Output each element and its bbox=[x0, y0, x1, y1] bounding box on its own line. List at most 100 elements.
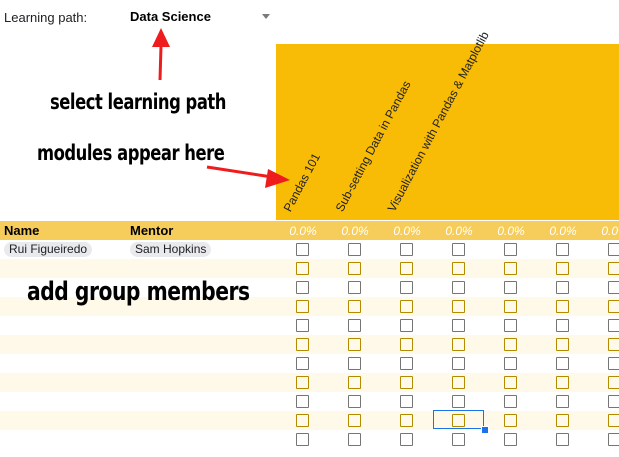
learning-path-label: Learning path: bbox=[4, 10, 88, 25]
selected-cell[interactable] bbox=[433, 410, 484, 429]
module-progress-percent: 0.0% bbox=[497, 224, 525, 238]
module-checkbox[interactable] bbox=[504, 395, 517, 408]
module-checkbox[interactable] bbox=[348, 281, 361, 294]
module-checkbox[interactable] bbox=[400, 376, 413, 389]
module-checkbox[interactable] bbox=[400, 395, 413, 408]
learning-path-dropdown[interactable]: Data Science bbox=[130, 9, 211, 24]
module-checkbox[interactable] bbox=[504, 376, 517, 389]
module-checkbox[interactable] bbox=[400, 433, 413, 446]
module-checkbox[interactable] bbox=[556, 395, 569, 408]
module-checkbox[interactable] bbox=[452, 281, 465, 294]
module-checkbox[interactable] bbox=[400, 243, 413, 256]
module-label-3: Visualization with Pandas & Matplotlib bbox=[384, 29, 492, 215]
module-checkbox[interactable] bbox=[556, 300, 569, 313]
module-checkbox[interactable] bbox=[452, 243, 465, 256]
module-checkbox[interactable] bbox=[400, 281, 413, 294]
module-checkbox[interactable] bbox=[452, 338, 465, 351]
module-checkbox[interactable] bbox=[556, 338, 569, 351]
module-checkbox[interactable] bbox=[608, 357, 619, 370]
module-checkbox[interactable] bbox=[556, 357, 569, 370]
module-checkbox[interactable] bbox=[452, 300, 465, 313]
module-checkbox[interactable] bbox=[400, 357, 413, 370]
module-checkbox[interactable] bbox=[296, 433, 309, 446]
module-checkbox[interactable] bbox=[296, 262, 309, 275]
module-checkbox[interactable] bbox=[608, 433, 619, 446]
module-checkbox[interactable] bbox=[296, 376, 309, 389]
module-checkbox[interactable] bbox=[400, 262, 413, 275]
mentor-name-chip[interactable]: Sam Hopkins bbox=[130, 242, 212, 257]
module-checkbox[interactable] bbox=[504, 262, 517, 275]
module-checkbox[interactable] bbox=[452, 376, 465, 389]
annotation-add-group-members: add group members bbox=[27, 277, 250, 307]
table-row bbox=[0, 392, 619, 411]
module-checkbox[interactable] bbox=[608, 319, 619, 332]
annotation-modules-appear: modules appear here bbox=[37, 141, 225, 165]
module-checkbox[interactable] bbox=[608, 281, 619, 294]
module-checkbox[interactable] bbox=[504, 338, 517, 351]
module-checkbox[interactable] bbox=[348, 262, 361, 275]
column-header-mentor: Mentor bbox=[130, 223, 174, 238]
module-checkbox[interactable] bbox=[452, 433, 465, 446]
module-checkbox[interactable] bbox=[608, 243, 619, 256]
module-checkbox[interactable] bbox=[348, 357, 361, 370]
table-row bbox=[0, 240, 619, 259]
fill-handle[interactable] bbox=[481, 426, 489, 434]
module-checkbox[interactable] bbox=[348, 433, 361, 446]
module-checkbox[interactable] bbox=[296, 319, 309, 332]
module-checkbox[interactable] bbox=[556, 281, 569, 294]
module-checkbox[interactable] bbox=[504, 281, 517, 294]
module-checkbox[interactable] bbox=[504, 300, 517, 313]
module-checkbox[interactable] bbox=[556, 433, 569, 446]
module-checkbox[interactable] bbox=[504, 319, 517, 332]
module-checkbox[interactable] bbox=[608, 376, 619, 389]
module-checkbox[interactable] bbox=[400, 338, 413, 351]
module-checkbox[interactable] bbox=[504, 357, 517, 370]
table-row bbox=[0, 411, 619, 430]
module-checkbox[interactable] bbox=[296, 395, 309, 408]
module-checkbox[interactable] bbox=[608, 395, 619, 408]
member-name-chip[interactable]: Rui Figueiredo bbox=[4, 242, 93, 257]
module-checkbox[interactable] bbox=[348, 338, 361, 351]
module-checkbox[interactable] bbox=[348, 395, 361, 408]
module-checkbox[interactable] bbox=[296, 281, 309, 294]
module-checkbox[interactable] bbox=[452, 357, 465, 370]
module-checkbox[interactable] bbox=[296, 300, 309, 313]
modules-header: Pandas 101 Sub-setting Data in Pandas Vi… bbox=[276, 29, 619, 220]
module-checkbox[interactable] bbox=[608, 300, 619, 313]
module-checkbox[interactable] bbox=[348, 300, 361, 313]
table-row bbox=[0, 259, 619, 278]
module-checkbox[interactable] bbox=[296, 414, 309, 427]
module-checkbox[interactable] bbox=[296, 357, 309, 370]
module-checkbox[interactable] bbox=[556, 243, 569, 256]
module-checkbox[interactable] bbox=[348, 243, 361, 256]
module-checkbox[interactable] bbox=[400, 300, 413, 313]
module-checkbox[interactable] bbox=[556, 262, 569, 275]
module-checkbox[interactable] bbox=[504, 433, 517, 446]
module-checkbox[interactable] bbox=[296, 338, 309, 351]
module-checkbox[interactable] bbox=[504, 414, 517, 427]
module-checkbox[interactable] bbox=[400, 319, 413, 332]
dropdown-caret-icon[interactable] bbox=[262, 14, 270, 19]
module-checkbox[interactable] bbox=[348, 414, 361, 427]
module-progress-percent: 0.0% bbox=[393, 224, 421, 238]
module-checkbox[interactable] bbox=[452, 395, 465, 408]
arrow-right-icon bbox=[206, 165, 273, 179]
arrowhead-up-icon bbox=[152, 28, 170, 47]
module-checkbox[interactable] bbox=[608, 414, 619, 427]
module-checkbox[interactable] bbox=[504, 243, 517, 256]
module-checkbox[interactable] bbox=[556, 376, 569, 389]
arrow-up-icon bbox=[158, 45, 163, 81]
module-checkbox[interactable] bbox=[452, 319, 465, 332]
module-progress-percent: 0.0% bbox=[289, 224, 317, 238]
module-checkbox[interactable] bbox=[296, 243, 309, 256]
module-checkbox[interactable] bbox=[556, 319, 569, 332]
module-progress-percent: 0.0% bbox=[549, 224, 577, 238]
module-checkbox[interactable] bbox=[608, 262, 619, 275]
module-checkbox[interactable] bbox=[556, 414, 569, 427]
table-row bbox=[0, 316, 619, 335]
module-checkbox[interactable] bbox=[608, 338, 619, 351]
module-checkbox[interactable] bbox=[348, 376, 361, 389]
module-checkbox[interactable] bbox=[400, 414, 413, 427]
module-checkbox[interactable] bbox=[348, 319, 361, 332]
module-checkbox[interactable] bbox=[452, 262, 465, 275]
